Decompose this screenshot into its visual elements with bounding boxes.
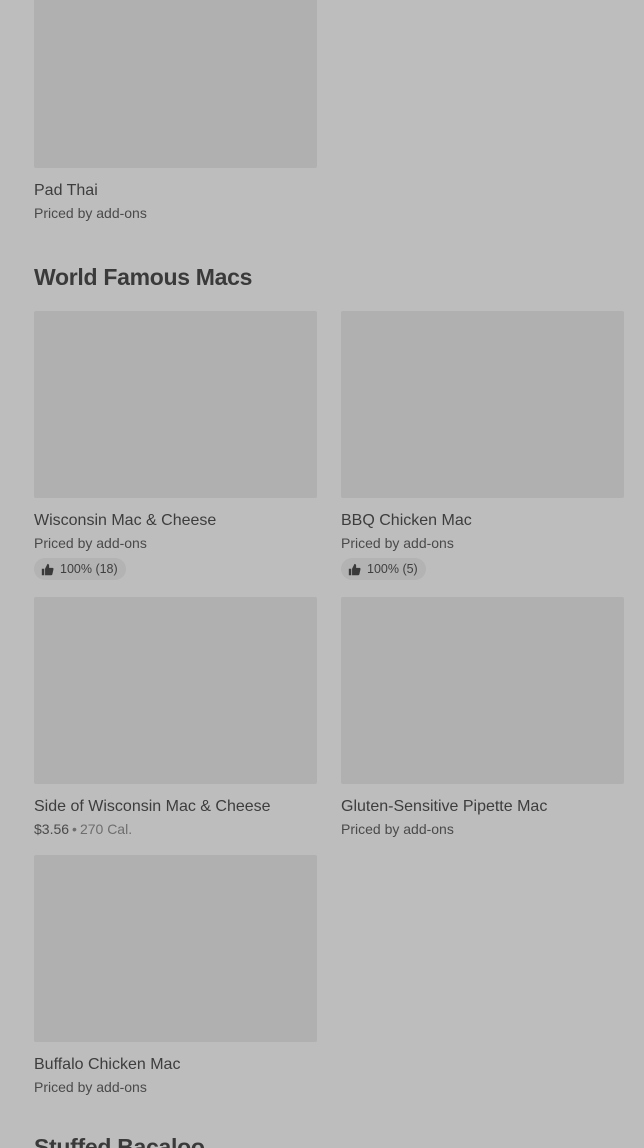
- section-title-world-famous-macs: World Famous Macs: [34, 264, 253, 290]
- menu-item-calories: 270 Cal.: [79, 821, 133, 837]
- menu-item-name: Pad Thai: [34, 182, 98, 199]
- section-title-next: Stuffed Bacaloo: [34, 1134, 205, 1148]
- menu-item-image[interactable]: [34, 0, 317, 168]
- menu-item-card[interactable]: Buffalo Chicken Mac Priced by add-ons: [34, 855, 317, 1096]
- thumbs-up-icon: [348, 563, 361, 575]
- rating-text: 100% (18): [60, 562, 118, 576]
- menu-item-name: BBQ Chicken Mac: [341, 512, 472, 529]
- price-separator: •: [72, 821, 77, 837]
- menu-item-name: Wisconsin Mac & Cheese: [34, 512, 217, 529]
- menu-item-price: Priced by add-ons: [34, 1079, 147, 1095]
- menu-page: Pad Thai Priced by add-ons World Famous …: [0, 0, 644, 1148]
- menu-item-image[interactable]: [341, 311, 624, 498]
- rating-badge: 100% (18): [34, 558, 126, 580]
- rating-badge: 100% (5): [341, 558, 426, 580]
- menu-item-price: Priced by add-ons: [34, 205, 147, 221]
- rating-text: 100% (5): [367, 562, 418, 576]
- menu-item-price-line: $3.56 • 270 Cal.: [34, 820, 317, 838]
- menu-item-card-pad-thai[interactable]: Pad Thai Priced by add-ons: [34, 0, 317, 222]
- menu-item-price: $3.56: [34, 821, 70, 837]
- menu-item-price: Priced by add-ons: [341, 535, 454, 551]
- menu-item-price: Priced by add-ons: [34, 535, 147, 551]
- menu-item-price: Priced by add-ons: [341, 821, 454, 837]
- menu-item-card[interactable]: Gluten-Sensitive Pipette Mac Priced by a…: [341, 597, 624, 838]
- menu-item-name: Gluten-Sensitive Pipette Mac: [341, 798, 548, 815]
- menu-item-card[interactable]: Side of Wisconsin Mac & Cheese $3.56 • 270…: [34, 597, 317, 838]
- menu-item-name: Side of Wisconsin Mac & Cheese: [34, 798, 271, 815]
- menu-item-image[interactable]: [34, 597, 317, 784]
- menu-item-name: Buffalo Chicken Mac: [34, 1056, 181, 1073]
- menu-item-card[interactable]: BBQ Chicken Mac Priced by add-ons 100% (…: [341, 311, 624, 581]
- thumbs-up-icon: [41, 563, 54, 575]
- menu-item-card[interactable]: Wisconsin Mac & Cheese Priced by add-ons…: [34, 311, 317, 581]
- menu-item-image[interactable]: [341, 597, 624, 784]
- menu-item-image[interactable]: [34, 855, 317, 1042]
- menu-item-image[interactable]: [34, 311, 317, 498]
